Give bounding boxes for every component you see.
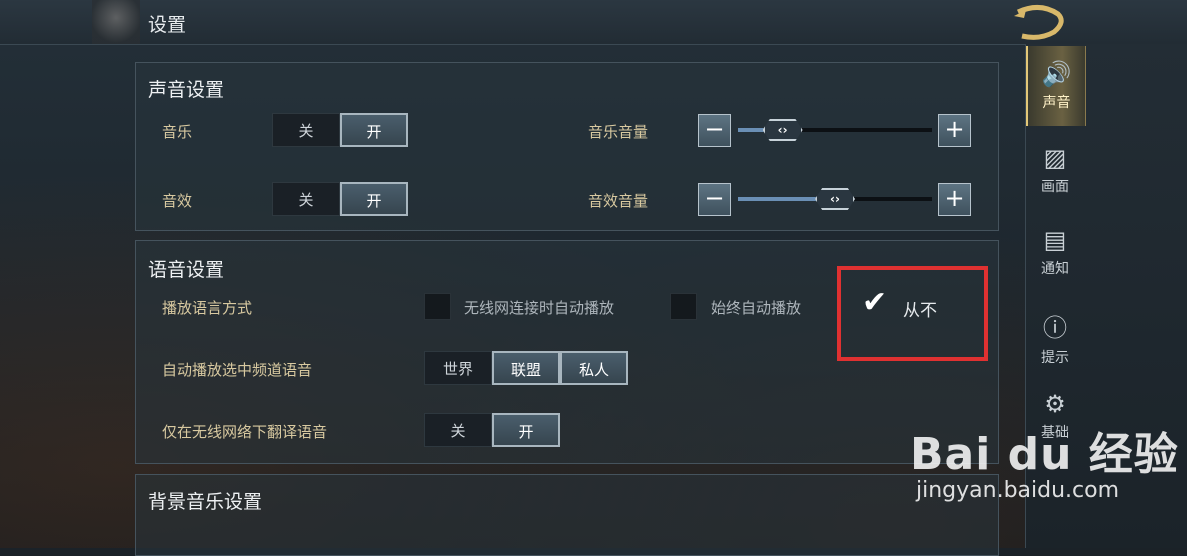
translate-wifi-toggle: 关 开 <box>424 413 560 447</box>
music-label: 音乐 <box>162 123 193 141</box>
baidu-watermark: Bai du 经验 jingyan.baidu.com <box>910 418 1179 503</box>
bgm-settings-title: 背景音乐设置 <box>148 491 263 513</box>
voice-settings-title: 语音设置 <box>148 259 225 281</box>
sfx-label: 音效 <box>162 192 193 210</box>
translate-off-button[interactable]: 关 <box>424 413 492 447</box>
music-off-button[interactable]: 关 <box>272 113 340 147</box>
page-title: 设置 <box>148 14 187 36</box>
top-bar: 设置 <box>0 0 1187 45</box>
always-autoplay-checkbox[interactable] <box>670 293 697 320</box>
emblem-icon <box>92 0 140 44</box>
sidebar-item-label: 声音 <box>1042 95 1071 111</box>
auto-channel-selector: 世界 联盟 私人 <box>424 351 628 385</box>
sound-settings-title: 声音设置 <box>148 79 225 101</box>
bgm-settings-panel: 背景音乐设置 <box>135 474 999 556</box>
music-volume-label: 音乐音量 <box>588 123 649 141</box>
chat-icon: ▤ <box>1043 226 1067 254</box>
gear-icon: ⚙ <box>1044 390 1066 418</box>
highlight-box <box>837 266 988 361</box>
sfx-toggle: 关 开 <box>272 182 408 216</box>
music-volume-plus-button[interactable]: + <box>938 114 971 147</box>
sidebar-item-sound[interactable]: 🔊 声音 <box>1026 46 1086 126</box>
watermark-brand: Bai du 经验 <box>910 429 1179 480</box>
music-volume-minus-button[interactable]: − <box>698 114 731 147</box>
auto-channel-label: 自动播放选中频道语音 <box>162 361 313 379</box>
channel-alliance-button[interactable]: 联盟 <box>492 351 560 385</box>
game-logo-icon[interactable] <box>1010 4 1070 40</box>
wifi-autoplay-checkbox[interactable] <box>424 293 451 320</box>
sfx-off-button[interactable]: 关 <box>272 182 340 216</box>
translate-wifi-label: 仅在无线网络下翻译语音 <box>162 423 328 441</box>
sfx-volume-plus-button[interactable]: + <box>938 183 971 216</box>
channel-world-button[interactable]: 世界 <box>424 351 492 385</box>
speaker-icon: 🔊 <box>1041 60 1072 88</box>
sidebar-item-label: 画面 <box>1041 179 1069 195</box>
image-icon: ▨ <box>1043 144 1067 172</box>
translate-on-button[interactable]: 开 <box>492 413 560 447</box>
sfx-volume-minus-button[interactable]: − <box>698 183 731 216</box>
alert-icon: ⓘ <box>1043 314 1067 342</box>
sfx-volume-handle[interactable]: ‹› <box>815 188 855 210</box>
sidebar-item-display[interactable]: ▨ 画面 <box>1026 144 1084 196</box>
music-volume-handle[interactable]: ‹› <box>762 119 803 141</box>
sidebar-item-tips[interactable]: ⓘ 提示 <box>1026 308 1084 367</box>
music-toggle: 关 开 <box>272 113 408 147</box>
wifi-autoplay-label: 无线网连接时自动播放 <box>464 299 615 317</box>
always-autoplay-label: 始终自动播放 <box>711 299 802 317</box>
music-on-button[interactable]: 开 <box>340 113 408 147</box>
channel-private-button[interactable]: 私人 <box>560 351 628 385</box>
sidebar-item-notifications[interactable]: ▤ 通知 <box>1026 226 1084 278</box>
sfx-on-button[interactable]: 开 <box>340 182 408 216</box>
sidebar-item-label: 通知 <box>1041 261 1069 277</box>
sfx-volume-label: 音效音量 <box>588 192 649 210</box>
sound-settings-panel: 声音设置 音乐 关 开 音乐音量 − ‹› + 音效 关 开 音效音量 − ‹›… <box>135 62 999 231</box>
sidebar-item-label: 提示 <box>1041 350 1069 366</box>
playback-mode-label: 播放语言方式 <box>162 299 253 317</box>
